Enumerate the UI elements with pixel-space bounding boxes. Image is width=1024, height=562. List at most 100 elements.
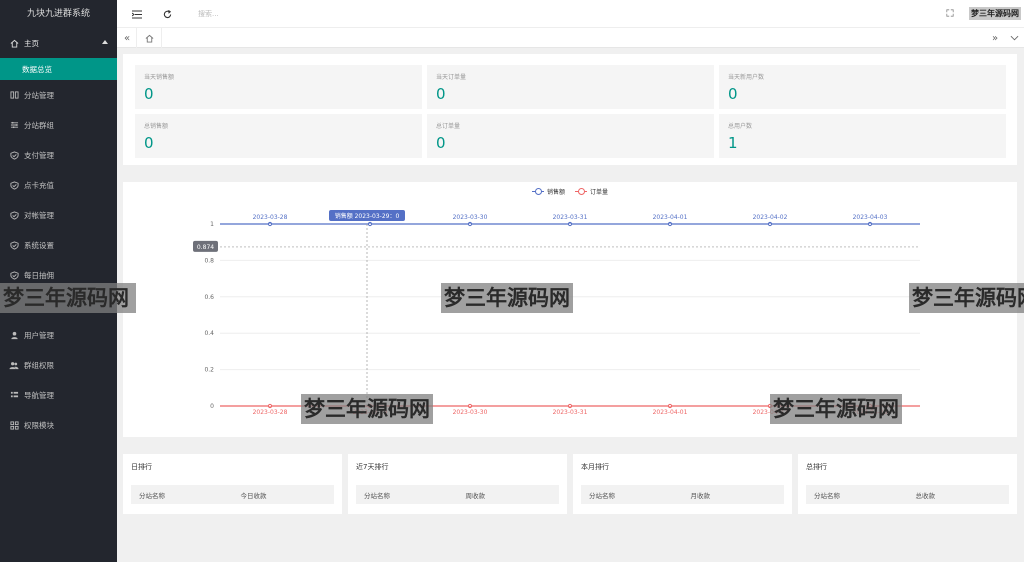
home-icon [9, 38, 19, 48]
sidebar-item-label: 分站管理 [24, 90, 54, 100]
list-icon [9, 390, 19, 400]
sidebar-item-label: 用户管理 [24, 330, 54, 340]
brand-title: 九块九进群系统 [26, 9, 90, 19]
sidebar-item-group-perm[interactable]: 群组权限 [0, 350, 117, 380]
sidebar-item-overview[interactable]: 数据总览 [0, 58, 117, 80]
ranking-title: 日排行 [131, 463, 152, 471]
sidebar-item-label: 主页 [24, 38, 39, 48]
sidebar: 九块九进群系统 主页 数据总览 分站管理 分站群组 支付管理 点卡充值 对帐管理… [0, 0, 117, 562]
sidebar-item-perm-module[interactable]: 权限模块 [0, 410, 117, 440]
tooltip-text: 销售额 2023-03-29：0 [335, 212, 400, 220]
watermark: 梦三年源码网 [441, 283, 573, 313]
column-header: 今日收款 [240, 491, 267, 500]
sidebar-item-label: 导航管理 [24, 390, 54, 400]
grid-icon [9, 420, 19, 430]
ranking-table-header: 分站名称 月收款 [581, 485, 784, 504]
stat-label: 总用户数 [728, 123, 753, 130]
sidebar-item-card-recharge[interactable]: 点卡充值 [0, 170, 117, 200]
tab-bar: « » [117, 28, 1024, 48]
stat-label: 总订单量 [436, 123, 461, 130]
user-menu[interactable]: 梦三年源码网 [969, 7, 1021, 20]
x-tick-label: 2023-03-28 [253, 214, 288, 221]
home-icon [145, 34, 153, 43]
fullscreen-icon[interactable] [946, 9, 954, 19]
shield-check-icon [9, 150, 19, 160]
x-tick-label: 2023-03-31 [553, 409, 588, 416]
crosshair-y-value: 0.874 [197, 244, 214, 251]
watermark: 梦三年源码网 [301, 394, 433, 424]
stat-value: 0 [436, 134, 446, 152]
column-header: 周收款 [465, 491, 486, 500]
y-tick-label: 0.6 [204, 294, 214, 301]
x-tick-label: 2023-03-30 [453, 409, 488, 416]
sidebar-item-nav[interactable]: 导航管理 [0, 380, 117, 410]
ranking-title: 本月排行 [581, 463, 609, 471]
stat-total-sales: 总销售额 0 [135, 114, 422, 158]
sidebar-item-settings[interactable]: 系统设置 [0, 230, 117, 260]
ranking-card-total: 总排行 分站名称 总收款 [798, 454, 1017, 514]
shield-check-icon [9, 180, 19, 190]
columns-icon [9, 90, 19, 100]
sidebar-item-label: 点卡充值 [24, 180, 54, 190]
x-tick-label: 2023-04-03 [853, 214, 888, 221]
stat-label: 当天销售额 [144, 74, 175, 81]
x-tick-label: 2023-03-28 [253, 409, 288, 416]
sidebar-item-home[interactable]: 主页 [0, 28, 117, 58]
sidebar-item-label: 数据总览 [22, 64, 52, 74]
ranking-card-daily: 日排行 分站名称 今日收款 [123, 454, 342, 514]
sidebar-item-users[interactable]: 用户管理 [0, 320, 117, 350]
x-tick-label: 2023-04-02 [753, 214, 788, 221]
stat-today-orders: 当天订单量 0 [427, 65, 714, 109]
y-tick-label: 0.2 [204, 367, 214, 374]
sidebar-item-label: 系统设置 [24, 240, 54, 250]
x-tick-label: 2023-04-01 [653, 409, 688, 416]
column-header: 分站名称 [814, 491, 840, 500]
stat-value: 0 [728, 85, 738, 103]
sidebar-item-label: 分站群组 [24, 120, 54, 130]
watermark: 梦三年源码网 [770, 394, 902, 424]
sidebar-item-label: 每日抽佣 [24, 270, 54, 280]
double-chevron-right-icon[interactable]: » [988, 31, 1002, 45]
menu-toggle-icon[interactable] [131, 8, 143, 20]
column-header: 总收款 [915, 491, 936, 500]
watermark: 梦三年源码网 [0, 283, 136, 313]
sidebar-item-site-manage[interactable]: 分站管理 [0, 80, 117, 110]
x-tick-label: 2023-04-01 [653, 214, 688, 221]
user-icon [9, 330, 19, 340]
ranking-title: 总排行 [806, 463, 827, 471]
x-tick-label: 2023-03-30 [453, 214, 488, 221]
refresh-icon[interactable] [161, 8, 173, 20]
double-chevron-left-icon[interactable]: « [120, 31, 134, 45]
stat-value: 0 [144, 134, 154, 152]
column-header: 分站名称 [589, 491, 615, 500]
column-header: 分站名称 [364, 491, 390, 500]
column-header: 分站名称 [139, 491, 165, 500]
ranking-table-header: 分站名称 周收款 [356, 485, 559, 504]
sidebar-item-site-group[interactable]: 分站群组 [0, 110, 117, 140]
sidebar-item-payment[interactable]: 支付管理 [0, 140, 117, 170]
caret-up-icon [102, 40, 108, 44]
y-tick-label: 0 [210, 403, 214, 410]
sidebar-item-label: 支付管理 [24, 150, 54, 160]
ranking-table-header: 分站名称 今日收款 [131, 485, 334, 504]
stats-card: 当天销售额 0 当天订单量 0 当天新用户数 0 总销售额 0 总订单量 0 总… [123, 54, 1017, 165]
sidebar-item-reconcile[interactable]: 对帐管理 [0, 200, 117, 230]
y-tick-label: 0.4 [204, 330, 214, 337]
stat-label: 当天订单量 [436, 74, 467, 81]
stat-label: 当天新用户数 [728, 74, 765, 81]
shield-check-icon [9, 240, 19, 250]
sidebar-item-label: 群组权限 [24, 360, 54, 370]
stat-value: 0 [144, 85, 154, 103]
sidebar-item-label: 对帐管理 [24, 210, 54, 220]
y-tick-label: 1 [210, 221, 214, 228]
tab-home[interactable] [136, 28, 162, 48]
stat-total-users: 总用户数 1 [719, 114, 1006, 158]
chevron-down-icon[interactable] [1007, 31, 1021, 45]
users-icon [9, 360, 19, 370]
y-tick-label: 0.8 [204, 257, 214, 264]
stat-total-orders: 总订单量 0 [427, 114, 714, 158]
stat-today-new-users: 当天新用户数 0 [719, 65, 1006, 109]
search-input[interactable]: 搜索... [198, 9, 219, 19]
top-header: 搜索... 梦三年源码网 [117, 0, 1024, 28]
ranking-card-monthly: 本月排行 分站名称 月收款 [573, 454, 792, 514]
